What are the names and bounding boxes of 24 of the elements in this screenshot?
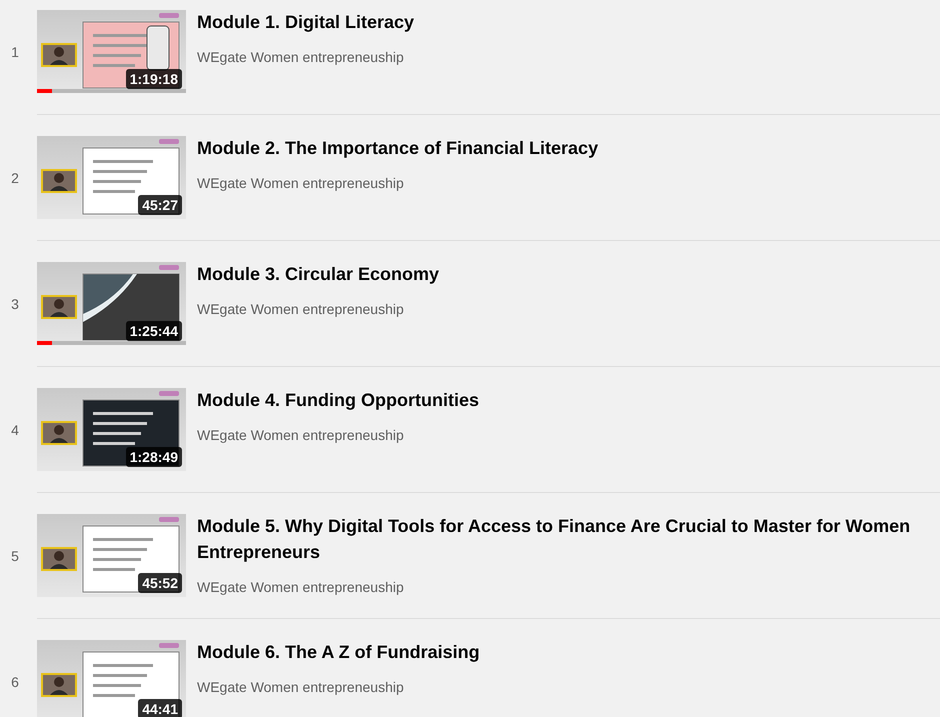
index-number: 6: [10, 672, 20, 692]
video-title[interactable]: Module 5. Why Digital Tools for Access to Finance Are Crucial to Master for Women Entrepreneurs: [197, 513, 940, 565]
index-number: 5: [10, 546, 20, 566]
duration-badge: 45:52: [138, 573, 182, 593]
channel-name: WEgate Women entrepreneuship: [197, 678, 405, 697]
channel-name: WEgate Women entrepreneuship: [197, 300, 405, 319]
duration-badge: 1:19:18: [126, 69, 182, 89]
index-number: 3: [10, 294, 20, 314]
video-title[interactable]: Module 3. Circular Economy: [197, 261, 940, 287]
duration-badge: 1:28:49: [126, 447, 182, 467]
video-title[interactable]: Module 1. Digital Literacy: [197, 9, 940, 35]
channel-name: WEgate Women entrepreneuship: [197, 426, 405, 445]
channel-name: WEgate Women entrepreneuship: [197, 578, 405, 597]
video-title[interactable]: Module 2. The Importance of Financial Literacy: [197, 135, 940, 161]
index-number: 4: [10, 420, 20, 440]
video-title[interactable]: Module 6. The A Z of Fundraising: [197, 639, 940, 665]
video-title[interactable]: Module 4. Funding Opportunities: [197, 387, 940, 413]
index-number: 2: [10, 168, 20, 188]
duration-badge: 45:27: [138, 195, 182, 215]
duration-badge: 44:41: [138, 699, 182, 717]
duration-badge: 1:25:44: [126, 321, 182, 341]
channel-name: WEgate Women entrepreneuship: [197, 48, 405, 67]
index-number: 1: [10, 43, 20, 62]
channel-name: WEgate Women entrepreneuship: [197, 174, 405, 193]
